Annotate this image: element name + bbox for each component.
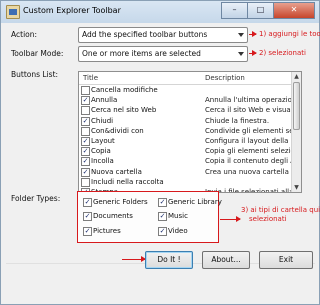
list-item-description: Configura il layout della cartel	[205, 136, 291, 145]
list-item-checkbox[interactable]: ✓	[81, 96, 90, 106]
list-item-description: Copia gli elementi selezionati	[205, 147, 291, 156]
list-item[interactable]: ✓Incolla Copia il contenuto degli Appu	[79, 156, 291, 167]
folder-types-label: Folder Types:	[11, 194, 61, 203]
toolbar-mode-label: Toolbar Mode:	[11, 49, 64, 58]
folder-type-checkbox[interactable]: ✓	[158, 227, 167, 236]
column-header-title[interactable]: Title	[83, 74, 98, 82]
list-item[interactable]: Includi nella raccolta	[79, 177, 291, 187]
folder-type-label: Generic Library	[168, 198, 222, 206]
list-item[interactable]: Cerca nel sito Web Cerca il sito Web e vi…	[79, 105, 291, 116]
list-item-description: Crea una nuova cartella vuota	[205, 167, 291, 176]
annotation-3-line2: selezionati	[249, 215, 287, 223]
list-item-checkbox[interactable]	[81, 106, 90, 116]
list-item[interactable]: ✓Copia Copia gli elementi selezionati	[79, 146, 291, 157]
window-title: Custom Explorer Toolbar	[23, 6, 121, 15]
toolbar-mode-value: One or more items are selected	[82, 49, 201, 58]
list-item-checkbox[interactable]	[81, 86, 90, 95]
app-icon	[6, 5, 20, 19]
list-item-description: Cerca il sito Web e visualizza i	[205, 106, 291, 115]
list-item-checkbox[interactable]	[81, 177, 90, 187]
vertical-scrollbar[interactable]: ▲ ▼	[291, 72, 301, 192]
list-item[interactable]: ✓Annulla Annulla l'ultima operazione.	[79, 95, 291, 106]
column-header-description[interactable]: Description	[205, 74, 245, 82]
list-item[interactable]: ✓ Chiudi Chiude la finestra.	[79, 116, 291, 126]
list-item-checkbox[interactable]: ✓	[81, 147, 90, 157]
list-item-title: Includi nella raccolta	[91, 177, 164, 186]
list-item-checkbox[interactable]: ✓	[81, 157, 90, 167]
list-item-title: Layout	[91, 136, 115, 145]
close-button[interactable]: ✕	[273, 2, 315, 19]
annotation-arrow-4	[122, 256, 146, 262]
buttons-list-label: Buttons List:	[11, 70, 59, 79]
folder-type-checkbox[interactable]: ✓	[158, 198, 167, 207]
annotation-arrow-1	[249, 31, 257, 37]
list-item-description: Condivide gli elementi selezi	[205, 126, 291, 135]
scroll-down-icon[interactable]: ▼	[292, 183, 301, 192]
annotation-3-line1: 3) ai tipi di cartella qui	[241, 206, 320, 214]
list-item-checkbox[interactable]: ✓	[81, 167, 90, 177]
list-item-title: Chiudi	[91, 116, 114, 125]
list-item-title: Nuova cartella	[91, 167, 142, 176]
list-item[interactable]: ✓Layout Configura il layout della cartel	[79, 136, 291, 146]
toolbar-mode-dropdown[interactable]: One or more items are selected	[78, 46, 248, 62]
action-dropdown-value: Add the specified toolbar buttons	[82, 30, 208, 39]
scroll-up-icon[interactable]: ▲	[292, 72, 301, 81]
folder-type-checkbox[interactable]: ✓	[83, 198, 92, 207]
maximize-button[interactable]: □	[247, 2, 274, 19]
folder-type-checkbox[interactable]: ✓	[158, 212, 167, 221]
list-item-description: Copia il contenuto degli Appu	[205, 157, 291, 166]
annotation-arrow-2	[249, 50, 257, 56]
folder-type-label: Documents	[93, 212, 133, 220]
exit-button[interactable]: Exit	[259, 251, 313, 269]
list-item[interactable]: ✓Nuova cartella Crea una nuova cartella v…	[79, 167, 291, 177]
list-item-title: Annulla	[91, 96, 118, 105]
chevron-down-icon	[238, 52, 244, 56]
folder-type-checkbox[interactable]: ✓	[83, 227, 92, 236]
folder-type-label: Generic Folders	[93, 198, 148, 206]
list-item-title: Cerca nel sito Web	[91, 106, 157, 115]
folder-type-label: Pictures	[93, 227, 121, 235]
window-controls: – □ ✕	[221, 2, 315, 19]
action-label: Action:	[11, 30, 38, 39]
annotation-2: 2) selezionati	[259, 49, 306, 57]
buttons-list[interactable]: Title Description Cancella modifiche ✓ Ann…	[78, 71, 302, 193]
list-header: Title Description	[79, 72, 291, 85]
folder-type-checkbox[interactable]: ✓	[83, 212, 92, 221]
list-rows: Cancella modifiche ✓ Annulla Annulla l'ulti…	[79, 85, 291, 192]
scroll-thumb[interactable]	[293, 82, 300, 130]
annotation-1: 1) aggiungi le toolbar	[259, 30, 320, 38]
app-window: Custom Explorer Toolbar – □ ✕ Action: Ad…	[0, 0, 320, 305]
list-item-title: Copia	[91, 147, 111, 156]
annotation-arrow-3	[220, 216, 241, 222]
do-it-button[interactable]: Do It !	[145, 251, 193, 269]
list-item-description: Chiude la finestra.	[205, 116, 270, 125]
list-item-checkbox[interactable]: ✓	[81, 136, 90, 146]
list-item[interactable]: Con&dividi con Condivide gli elementi sel…	[79, 126, 291, 136]
minimize-button[interactable]: –	[221, 2, 248, 19]
list-item-title: Con&dividi con	[91, 126, 144, 135]
action-dropdown[interactable]: Add the specified toolbar buttons	[78, 27, 248, 43]
list-item-description: Annulla l'ultima operazione.	[205, 96, 291, 105]
list-item[interactable]: Cancella modifiche	[79, 85, 291, 95]
chevron-down-icon	[238, 33, 244, 37]
folder-type-label: Video	[168, 227, 188, 235]
folder-type-label: Music	[168, 212, 188, 220]
list-item-title: Cancella modifiche	[91, 86, 158, 94]
list-item-checkbox[interactable]	[81, 126, 90, 136]
about-button[interactable]: About...	[202, 251, 250, 269]
list-item-title: Incolla	[91, 157, 114, 166]
title-bar[interactable]: Custom Explorer Toolbar – □ ✕	[1, 1, 319, 22]
list-item-checkbox[interactable]: ✓	[81, 116, 90, 126]
folder-types-group: ✓ Generic Folders ✓ Generic Library ✓ Documen…	[77, 191, 222, 243]
